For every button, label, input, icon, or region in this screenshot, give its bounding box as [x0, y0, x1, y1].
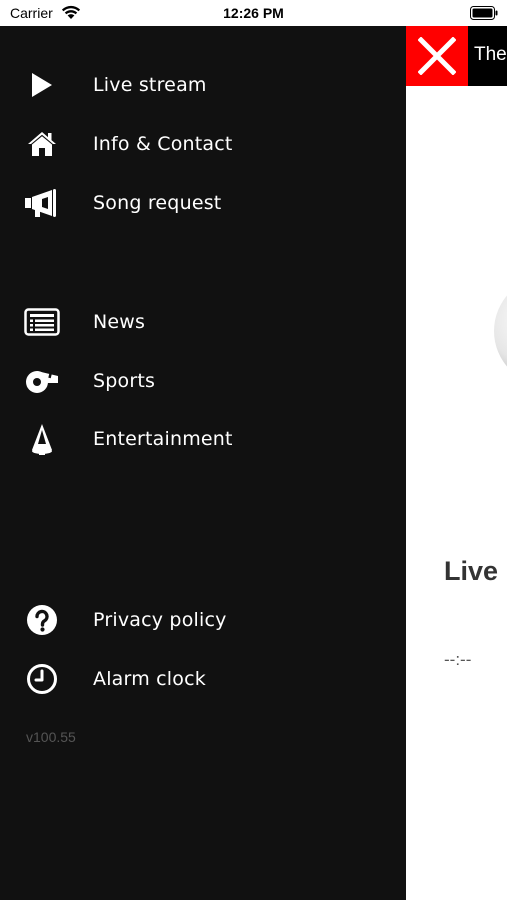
menu-label: Privacy policy	[93, 609, 227, 631]
menu-label: Live stream	[93, 74, 207, 96]
spotlight-icon	[24, 423, 60, 455]
menu-label: Sports	[93, 370, 156, 392]
menu-label: News	[93, 311, 146, 333]
close-icon	[418, 37, 456, 75]
playback-time: --:--	[444, 650, 472, 669]
menu-item-entertainment[interactable]: Entertainment	[0, 416, 406, 462]
menu-label: Alarm clock	[93, 668, 206, 690]
album-artwork	[494, 276, 507, 386]
close-drawer-button[interactable]	[406, 26, 468, 86]
status-time: 12:26 PM	[223, 5, 284, 21]
menu-item-sports[interactable]: Sports	[0, 358, 406, 404]
battery-icon	[470, 6, 498, 20]
now-playing-title: Live	[444, 556, 499, 586]
megaphone-icon	[24, 187, 60, 219]
main-content: The Live --:--	[406, 26, 507, 900]
menu-item-song-request[interactable]: Song request	[0, 180, 406, 226]
menu-item-info-contact[interactable]: Info & Contact	[0, 121, 406, 167]
app-screen: Carrier 12:26 PM Live stream Info & Cont…	[0, 0, 507, 900]
menu-item-privacy-policy[interactable]: Privacy policy	[0, 597, 406, 643]
menu-item-news[interactable]: News	[0, 299, 406, 345]
menu-label: Song request	[93, 192, 222, 214]
status-bar: Carrier 12:26 PM	[0, 0, 507, 26]
menu-label: Entertainment	[93, 428, 233, 450]
whistle-icon	[24, 365, 60, 397]
navigation-drawer: Live stream Info & Contact Song request …	[0, 26, 406, 900]
header-bar: The	[468, 26, 507, 86]
menu-label: Info & Contact	[93, 133, 233, 155]
newspaper-icon	[24, 306, 60, 338]
home-icon	[24, 128, 60, 160]
play-icon	[24, 69, 60, 101]
menu-item-live-stream[interactable]: Live stream	[0, 62, 406, 108]
menu-item-alarm-clock[interactable]: Alarm clock	[0, 656, 406, 702]
version-label: v100.55	[26, 729, 76, 745]
question-icon	[24, 604, 60, 636]
header-title: The	[474, 44, 507, 65]
clock-icon	[24, 663, 60, 695]
